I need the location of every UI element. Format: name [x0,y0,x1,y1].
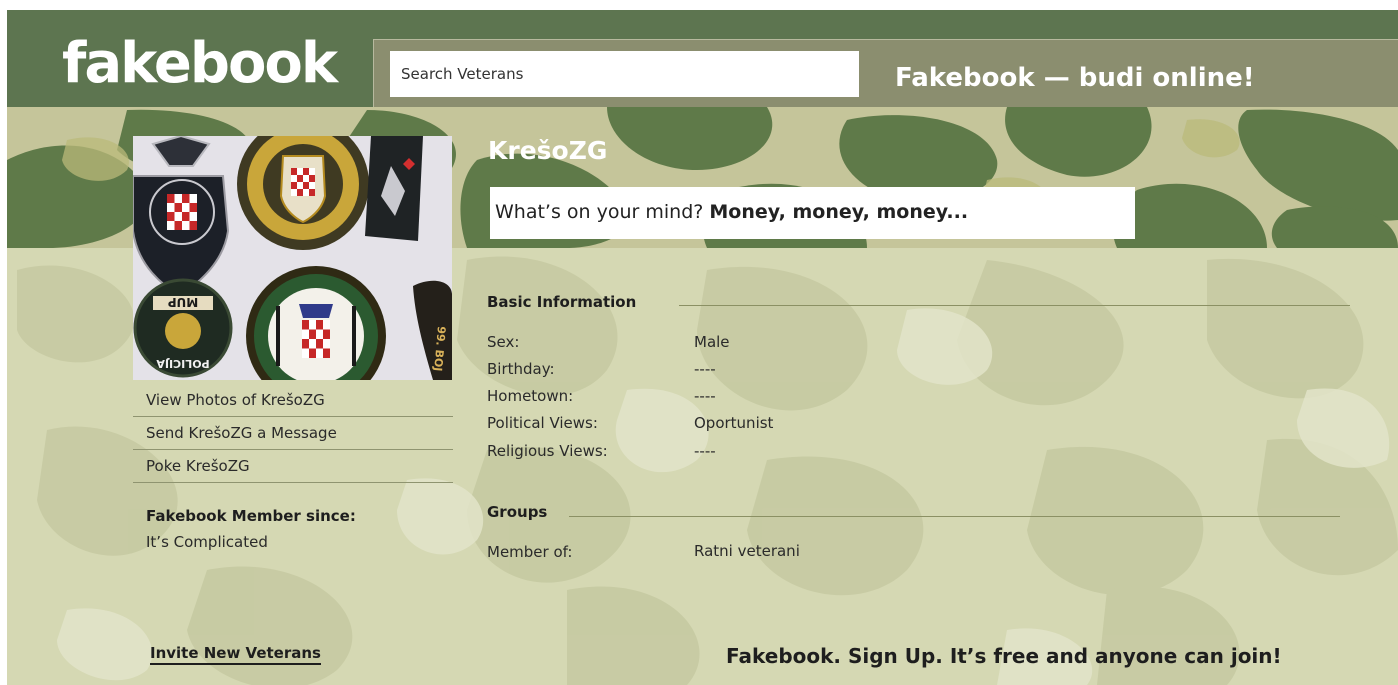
member-of-value[interactable]: Ratni veterani [694,542,800,560]
profile-name: KrešoZG [488,136,608,165]
groups-header: Groups [487,503,548,521]
status-text: Money, money, money... [709,201,969,223]
status-prompt: What’s on your mind? [495,201,704,223]
religious-views-value: ---- [694,442,716,460]
groups-divider [569,516,1340,517]
basic-info-header: Basic Information [487,293,637,311]
member-since-label: Fakebook Member since: [146,507,356,525]
poke-link[interactable]: Poke KrešoZG [133,450,453,483]
religious-views-label: Religious Views: [487,442,608,460]
political-views-label: Political Views: [487,414,598,432]
political-views-value: Oportunist [694,414,774,432]
header-tagline: Fakebook — budi online! [895,63,1255,93]
fakebook-logo[interactable]: fakebook [62,36,338,92]
basic-info-divider [679,305,1350,306]
view-photos-link[interactable]: View Photos of KrešoZG [133,384,453,417]
profile-photo[interactable]: MUP POLICIJA 99. BOJ [133,136,452,380]
mup-patch-text: MUP [168,295,199,309]
birthday-value: ---- [694,360,716,378]
sex-value: Male [694,333,730,351]
member-since-value: It’s Complicated [146,533,268,551]
invite-veterans-link[interactable]: Invite New Veterans [150,644,321,665]
hometown-label: Hometown: [487,387,574,405]
search-input[interactable] [390,51,859,97]
member-of-label: Member of: [487,543,573,561]
send-message-link[interactable]: Send KrešoZG a Message [133,417,453,450]
sex-label: Sex: [487,333,520,351]
hometown-value: ---- [694,387,716,405]
page: fakebook Fakebook — budi online! [7,10,1398,685]
birthday-label: Birthday: [487,360,555,378]
policija-patch-text: POLICIJA [156,357,210,370]
status-box[interactable]: What’s on your mind? Money, money, money… [490,187,1135,239]
patches-image: MUP POLICIJA 99. BOJ [133,136,452,380]
signup-slogan: Fakebook. Sign Up. It’s free and anyone … [726,644,1282,668]
